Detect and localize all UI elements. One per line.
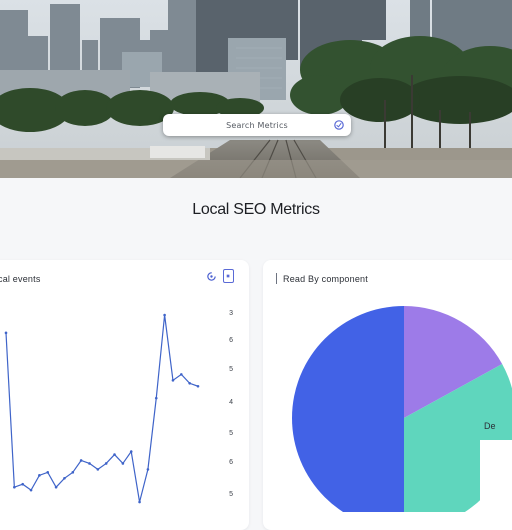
events-card: cal events bbox=[0, 260, 249, 530]
component-card: Read By component bbox=[263, 260, 512, 530]
title-marker bbox=[276, 273, 277, 284]
y-tick-label: 5 bbox=[229, 430, 233, 437]
y-tick-label: 6 bbox=[229, 337, 233, 344]
y-tick-label: 6 bbox=[229, 459, 233, 466]
page-title: Local SEO Metrics bbox=[192, 201, 320, 218]
y-tick-label: 5 bbox=[229, 491, 233, 498]
refresh-icon[interactable] bbox=[206, 271, 217, 282]
card-title: cal events bbox=[0, 274, 41, 284]
search-icon[interactable] bbox=[333, 119, 345, 131]
export-icon[interactable] bbox=[223, 269, 234, 283]
card-title: Read By component bbox=[283, 274, 368, 284]
y-tick-label: 3 bbox=[229, 310, 233, 317]
search-input[interactable]: Search Metrics bbox=[163, 114, 351, 136]
hero-banner: Search Metrics bbox=[0, 0, 512, 178]
city-skyline-image bbox=[0, 0, 512, 178]
legend-label: De bbox=[484, 421, 496, 431]
search-placeholder: Search Metrics bbox=[226, 120, 288, 130]
y-tick-label: 4 bbox=[229, 399, 233, 406]
y-tick-label: 5 bbox=[229, 366, 233, 373]
